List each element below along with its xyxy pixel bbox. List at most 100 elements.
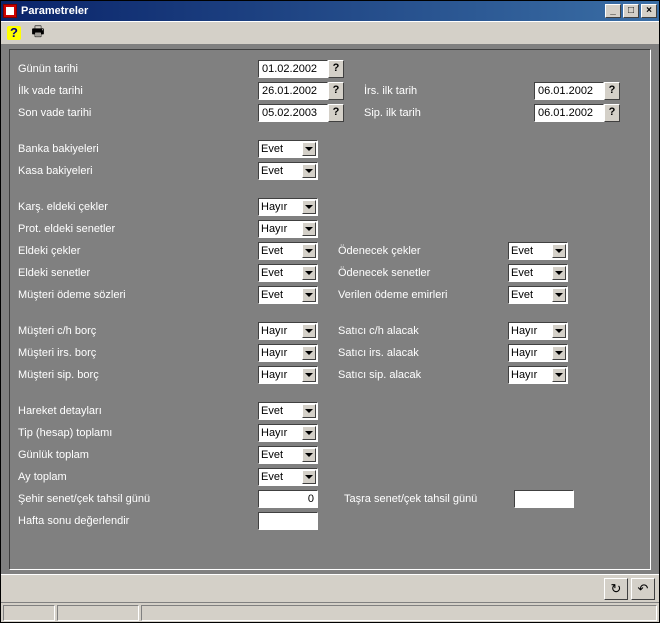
select-value: Evet (261, 289, 283, 301)
chevron-down-icon (552, 324, 566, 338)
form-body: Günün tarihi ? İlk vade tarihi ? İrs. il… (1, 45, 659, 574)
select-eldeki-cekler[interactable]: Evet (258, 242, 318, 260)
chevron-down-icon (302, 346, 316, 360)
titlebar: Parametreler _ □ × (1, 1, 659, 21)
picker-ilk-vade-tarihi[interactable]: ? (328, 82, 344, 100)
close-button[interactable]: × (641, 4, 657, 18)
input-ilk-vade-tarihi[interactable] (258, 82, 328, 100)
window: Parametreler _ □ × ? 🖶 Günün tarihi ? İl… (0, 0, 660, 623)
chevron-down-icon (552, 266, 566, 280)
select-odenecek-cekler[interactable]: Evet (508, 242, 568, 260)
select-musteri-odeme-sozleri[interactable]: Evet (258, 286, 318, 304)
label-hafta-sonu: Hafta sonu değerlendir (18, 515, 258, 527)
label-sip-ilk-tarih: Sip. ilk tarih (364, 107, 534, 119)
select-value: Evet (261, 405, 283, 417)
chevron-down-icon (302, 266, 316, 280)
minimize-button[interactable]: _ (605, 4, 621, 18)
select-musteri-irs-borc[interactable]: Hayır (258, 344, 318, 362)
label-ilk-vade-tarihi: İlk vade tarihi (18, 85, 258, 97)
select-value: Evet (261, 267, 283, 279)
chevron-down-icon (302, 404, 316, 418)
print-button[interactable]: 🖶 (27, 23, 49, 43)
picker-irs-ilk-tarih[interactable]: ? (604, 82, 620, 100)
undo-button[interactable]: ↶ (631, 578, 655, 600)
label-sehir-tahsil: Şehir senet/çek tahsil günü (18, 493, 258, 505)
label-son-vade-tarihi: Son vade tarihi (18, 107, 258, 119)
status-bar (1, 602, 659, 622)
select-ay-toplam[interactable]: Evet (258, 468, 318, 486)
maximize-button[interactable]: □ (623, 4, 639, 18)
select-eldeki-senetler[interactable]: Evet (258, 264, 318, 282)
form-panel: Günün tarihi ? İlk vade tarihi ? İrs. il… (9, 49, 651, 570)
select-value: Hayır (511, 347, 537, 359)
label-satici-ch-alacak: Satıcı c/h alacak (338, 325, 508, 337)
refresh-button[interactable]: ↻ (604, 578, 628, 600)
help-icon: ? (7, 26, 21, 40)
select-value: Hayır (261, 369, 287, 381)
undo-icon: ↶ (638, 581, 649, 597)
input-hafta-sonu[interactable] (258, 512, 318, 530)
select-kasa-bakiyeleri[interactable]: Evet (258, 162, 318, 180)
select-verilen-odeme-emirleri[interactable]: Evet (508, 286, 568, 304)
label-eldeki-cekler: Eldeki çekler (18, 245, 258, 257)
picker-gunun-tarihi[interactable]: ? (328, 60, 344, 78)
select-value: Evet (511, 245, 533, 257)
status-cell-2 (57, 605, 139, 621)
label-tip-hesap-toplami: Tip (hesap) toplamı (18, 427, 258, 439)
chevron-down-icon (302, 470, 316, 484)
label-musteri-irs-borc: Müşteri irs. borç (18, 347, 258, 359)
input-sip-ilk-tarih[interactable] (534, 104, 604, 122)
select-banka-bakiyeleri[interactable]: Evet (258, 140, 318, 158)
select-satici-ch-alacak[interactable]: Hayır (508, 322, 568, 340)
select-satici-sip-alacak[interactable]: Hayır (508, 366, 568, 384)
input-son-vade-tarihi[interactable] (258, 104, 328, 122)
label-musteri-ch-borc: Müşteri c/h borç (18, 325, 258, 337)
select-value: Evet (511, 289, 533, 301)
select-kars-eldeki-cekler[interactable]: Hayır (258, 198, 318, 216)
label-hareket-detaylari: Hareket detayları (18, 405, 258, 417)
chevron-down-icon (552, 288, 566, 302)
input-tasra-tahsil[interactable] (514, 490, 574, 508)
select-value: Hayır (261, 347, 287, 359)
select-value: Evet (261, 471, 283, 483)
label-odenecek-cekler: Ödenecek çekler (338, 245, 508, 257)
label-ay-toplam: Ay toplam (18, 471, 258, 483)
select-value: Evet (261, 449, 283, 461)
select-gunluk-toplam[interactable]: Evet (258, 446, 318, 464)
label-satici-sip-alacak: Satıcı sip. alacak (338, 369, 508, 381)
select-tip-hesap-toplami[interactable]: Hayır (258, 424, 318, 442)
select-musteri-ch-borc[interactable]: Hayır (258, 322, 318, 340)
select-prot-eldeki-senetler[interactable]: Hayır (258, 220, 318, 238)
chevron-down-icon (302, 448, 316, 462)
select-value: Hayır (261, 427, 287, 439)
label-verilen-odeme-emirleri: Verilen ödeme emirleri (338, 289, 508, 301)
picker-son-vade-tarihi[interactable]: ? (328, 104, 344, 122)
select-value: Evet (261, 165, 283, 177)
select-odenecek-senetler[interactable]: Evet (508, 264, 568, 282)
label-prot-eldeki-senetler: Prot. eldeki senetler (18, 223, 258, 235)
select-value: Hayır (261, 325, 287, 337)
select-value: Hayır (511, 325, 537, 337)
select-hareket-detaylari[interactable]: Evet (258, 402, 318, 420)
chevron-down-icon (302, 426, 316, 440)
select-value: Evet (511, 267, 533, 279)
status-cell-3 (141, 605, 657, 621)
select-value: Hayır (511, 369, 537, 381)
label-musteri-odeme-sozleri: Müşteri ödeme sözleri (18, 289, 258, 301)
select-value: Hayır (261, 201, 287, 213)
help-button[interactable]: ? (3, 23, 25, 43)
chevron-down-icon (552, 244, 566, 258)
label-gunluk-toplam: Günlük toplam (18, 449, 258, 461)
select-musteri-sip-borc[interactable]: Hayır (258, 366, 318, 384)
label-musteri-sip-borc: Müşteri sip. borç (18, 369, 258, 381)
chevron-down-icon (302, 142, 316, 156)
label-odenecek-senetler: Ödenecek senetler (338, 267, 508, 279)
input-gunun-tarihi[interactable] (258, 60, 328, 78)
toolbar: ? 🖶 (1, 21, 659, 45)
input-irs-ilk-tarih[interactable] (534, 82, 604, 100)
input-sehir-tahsil[interactable] (258, 490, 318, 508)
chevron-down-icon (302, 200, 316, 214)
label-eldeki-senetler: Eldeki senetler (18, 267, 258, 279)
select-satici-irs-alacak[interactable]: Hayır (508, 344, 568, 362)
picker-sip-ilk-tarih[interactable]: ? (604, 104, 620, 122)
